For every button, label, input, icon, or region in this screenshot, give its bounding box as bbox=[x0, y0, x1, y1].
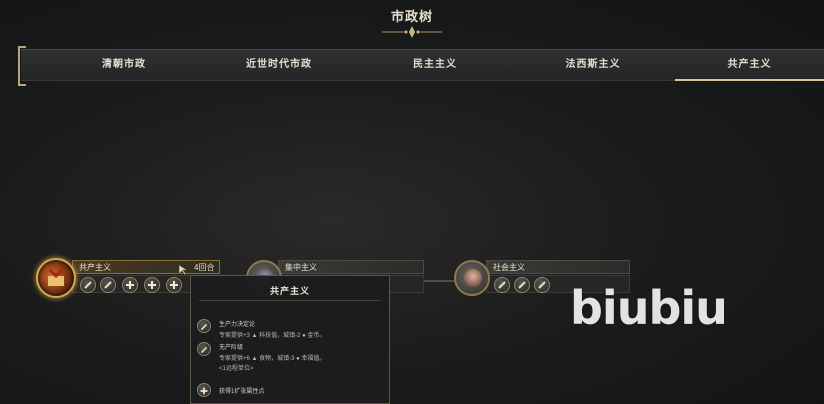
tooltip-row-desc2: <1远程单位> bbox=[219, 366, 254, 372]
header: 市政树 bbox=[0, 0, 824, 44]
node-title: 集中主义 bbox=[285, 263, 317, 272]
tech-slot-icon[interactable] bbox=[494, 277, 510, 293]
tab-bar: 清朝市政 近世时代市政 民主主义 法西斯主义 共产主义 bbox=[21, 49, 824, 81]
tooltip-row-name: 无产阶级 bbox=[219, 345, 244, 351]
tech-slot-icon[interactable] bbox=[514, 277, 530, 293]
tab-qing[interactable]: 清朝市政 bbox=[49, 50, 199, 80]
tab-democracy[interactable]: 民主主义 bbox=[359, 50, 511, 80]
tooltip-row-name: 生产力决定论 bbox=[219, 322, 256, 328]
tech-slot-icon[interactable] bbox=[100, 277, 116, 293]
page-title: 市政树 bbox=[390, 10, 433, 25]
node-portrait bbox=[36, 258, 76, 298]
tech-slot-icon bbox=[197, 342, 211, 356]
plus-slot-icon[interactable] bbox=[144, 277, 160, 293]
node-turns: 4回合 bbox=[194, 263, 215, 272]
tooltip-title: 共产主义 bbox=[269, 286, 310, 296]
tech-slot-icon[interactable] bbox=[534, 277, 550, 293]
tech-slot-icon bbox=[197, 319, 211, 333]
tooltip-row-name: 获得1扩张属性点 bbox=[219, 389, 265, 395]
node-portrait bbox=[454, 260, 490, 296]
cursor-icon bbox=[178, 264, 188, 276]
plus-slot-icon bbox=[197, 383, 211, 397]
tooltip-row-desc: 专家提供+3 ▲ 科技值，城镇-2 ● 金币。 bbox=[219, 333, 326, 339]
node-title: 共产主义 bbox=[79, 263, 111, 272]
node-title: 社会主义 bbox=[493, 263, 525, 272]
tab-communism[interactable]: 共产主义 bbox=[675, 50, 824, 81]
tooltip-row-desc: 专家提供+6 ▲ 食物，城镇-3 ● 幸福值。 bbox=[219, 356, 326, 362]
watermark: biubiu bbox=[570, 281, 728, 335]
tab-fascism[interactable]: 法西斯主义 bbox=[511, 50, 675, 80]
tab-early-modern[interactable]: 近世时代市政 bbox=[199, 50, 359, 80]
title-ornament-icon bbox=[382, 26, 442, 38]
plus-slot-icon[interactable] bbox=[166, 277, 182, 293]
plus-slot-icon[interactable] bbox=[122, 277, 138, 293]
tech-slot-icon[interactable] bbox=[80, 277, 96, 293]
civic-tooltip: 共产主义 生产力决定论 专家提供+3 ▲ 科技值，城镇-2 ● 金币。 无产阶级… bbox=[190, 275, 390, 404]
communism-emblem-icon bbox=[48, 268, 64, 286]
